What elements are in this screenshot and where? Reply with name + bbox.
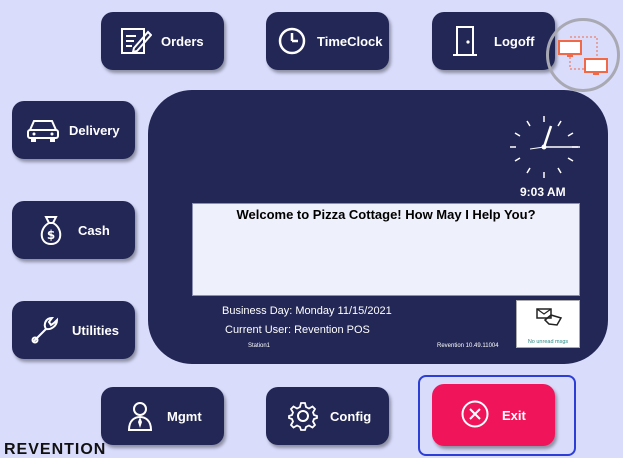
network-icon (557, 35, 611, 84)
wrench-icon (28, 314, 62, 346)
business-day: Business Day: Monday 11/15/2021 (222, 305, 392, 317)
mgmt-button[interactable]: Mgmt (101, 387, 224, 445)
timeclock-button[interactable]: TimeClock (266, 12, 389, 70)
door-icon (450, 25, 480, 57)
messages-button[interactable]: No unread msgs (516, 300, 580, 348)
config-button[interactable]: Config (266, 387, 389, 445)
welcome-message: Welcome to Pizza Cottage! How May I Help… (236, 207, 536, 222)
cash-button[interactable]: $ Cash (12, 201, 135, 259)
orders-label: Orders (161, 33, 204, 49)
gear-icon (288, 401, 318, 431)
exit-label: Exit (502, 407, 526, 423)
message-icon (535, 306, 563, 333)
messages-status: No unread msgs (527, 339, 569, 345)
delivery-label: Delivery (69, 122, 120, 138)
clock-icon (276, 26, 308, 56)
delivery-button[interactable]: Delivery (12, 101, 135, 159)
mgmt-label: Mgmt (167, 408, 202, 424)
money-bag-icon: $ (36, 214, 66, 246)
utilities-button[interactable]: Utilities (12, 301, 135, 359)
current-user: Current User: Revention POS (225, 324, 370, 336)
logoff-label: Logoff (494, 33, 535, 49)
revention-logo: REVENTION (4, 441, 107, 458)
station-name: Station1 (248, 343, 271, 349)
car-icon (26, 116, 60, 144)
config-label: Config (330, 408, 372, 424)
exit-button[interactable]: Exit (432, 384, 555, 446)
clock-time: 9:03 AM (520, 185, 566, 199)
manager-icon (127, 400, 153, 432)
welcome-message-box: Welcome to Pizza Cottage! How May I Help… (192, 203, 580, 296)
orders-icon (119, 26, 153, 56)
orders-button[interactable]: Orders (101, 12, 224, 70)
logoff-button[interactable]: Logoff (432, 12, 555, 70)
version-text: Revention 10.49.11004 (437, 343, 499, 349)
network-status-indicator[interactable] (546, 18, 620, 92)
utilities-label: Utilities (72, 322, 119, 338)
analog-clock-icon (506, 112, 582, 187)
cash-label: Cash (78, 222, 110, 238)
timeclock-label: TimeClock (317, 33, 383, 49)
svg-text:$: $ (47, 228, 55, 242)
close-circle-icon (460, 399, 492, 432)
